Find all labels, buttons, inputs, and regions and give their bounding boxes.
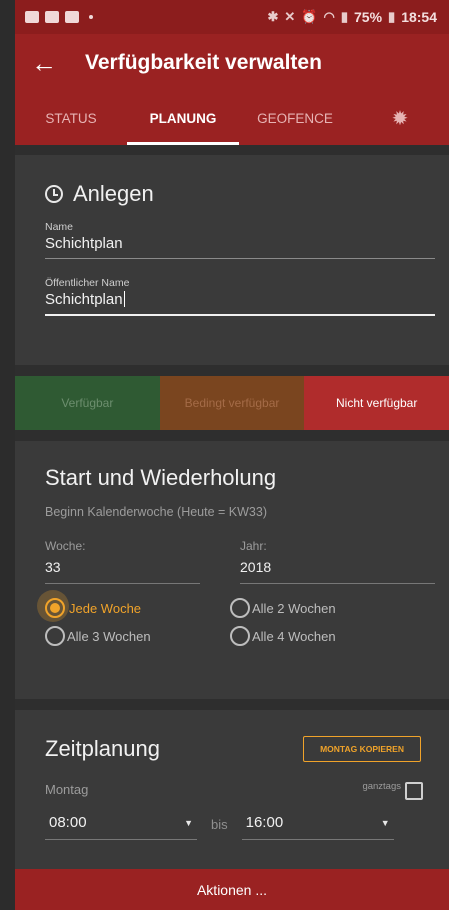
week-label: Woche: — [45, 539, 86, 553]
radio-label: Alle 3 Wochen — [67, 628, 151, 644]
day-label: Montag — [45, 781, 89, 797]
mute-icon: ✕ — [284, 9, 296, 24]
week-field[interactable]: Woche: 33 — [45, 539, 200, 584]
end-time-value: 16:00 — [245, 814, 284, 831]
bluetooth-icon: ✱ — [267, 9, 279, 24]
alarm-icon: ⏰ — [301, 9, 318, 24]
create-card: Anlegen Name Schichtplan Öffentlicher Na… — [15, 155, 449, 365]
not-available-button[interactable]: Nicht verfügbar — [304, 376, 449, 430]
radio-checked-icon — [45, 598, 65, 618]
battery-icon: ▮ — [388, 9, 396, 24]
app-bar: ← Verfügbarkeit verwalten — [15, 34, 449, 92]
tab-planung[interactable]: PLANUNG — [127, 92, 239, 145]
radio-label: Alle 4 Wochen — [252, 628, 336, 644]
year-input[interactable]: 2018 — [240, 559, 435, 584]
available-button[interactable]: Verfügbar — [15, 376, 160, 430]
conditionally-available-button[interactable]: Bedingt verfügbar — [159, 376, 305, 430]
radio-every-3-weeks[interactable]: Alle 3 Wochen — [45, 626, 230, 646]
start-time-value: 08:00 — [49, 814, 87, 831]
text-cursor — [123, 291, 125, 307]
start-title: Start und Wiederholung — [45, 465, 277, 490]
app-screen: ✱ ✕ ⏰ ◠ ▮ 75% ▮ 18:54 ← Verfügbarkeit ve… — [15, 0, 449, 910]
dropdown-caret-icon: ▼ — [380, 817, 390, 828]
start-subtitle: Beginn Kalenderwoche (Heute = KW33) — [45, 505, 268, 519]
gear-icon[interactable]: ✹ — [351, 92, 449, 145]
to-label: bis — [211, 817, 228, 832]
repeat-radio-group: Jede Woche Alle 2 Wochen Alle 3 Wochen A… — [37, 590, 435, 646]
public-name-input[interactable]: Schichtplan — [45, 289, 435, 316]
start-time-select[interactable]: 08:00 ▼ — [45, 810, 197, 840]
status-bar: ✱ ✕ ⏰ ◠ ▮ 75% ▮ 18:54 — [15, 0, 449, 34]
more-notifications-icon — [89, 15, 93, 19]
tab-bar: STATUS PLANUNG GEOFENCE ✹ — [15, 92, 449, 145]
tab-status[interactable]: STATUS — [15, 92, 127, 145]
start-repeat-card: Start und Wiederholung Beginn Kalenderwo… — [15, 441, 449, 699]
name-input[interactable]: Schichtplan — [45, 233, 435, 259]
availability-selector: Verfügbar Bedingt verfügbar Nicht verfüg… — [15, 376, 449, 430]
radio-unchecked-icon — [230, 626, 250, 646]
facebook-notification-icon — [65, 11, 79, 23]
schedule-card: Zeitplanung MONTAG KOPIEREN Montag ganzt… — [15, 710, 449, 870]
page-title: Verfügbarkeit verwalten — [85, 51, 322, 74]
end-time-select[interactable]: 16:00 ▼ — [241, 810, 394, 840]
week-input[interactable]: 33 — [45, 559, 200, 584]
wifi-icon: ◠ — [323, 9, 335, 24]
year-field[interactable]: Jahr: 2018 — [240, 539, 435, 584]
tab-geofence[interactable]: GEOFENCE — [239, 92, 351, 145]
year-label: Jahr: — [240, 539, 267, 553]
allday-checkbox[interactable] — [405, 782, 423, 800]
create-title: Anlegen — [73, 181, 154, 206]
signal-icon: ▮ — [340, 9, 348, 24]
radio-label: Alle 2 Wochen — [252, 600, 336, 616]
name-field[interactable]: Name Schichtplan — [45, 221, 435, 259]
clock-icon — [45, 185, 63, 203]
radio-every-week[interactable]: Jede Woche — [37, 590, 230, 622]
public-name-value: Schichtplan — [45, 291, 123, 308]
radio-every-4-weeks[interactable]: Alle 4 Wochen — [230, 626, 415, 646]
back-arrow-icon[interactable]: ← — [31, 48, 71, 79]
radio-every-2-weeks[interactable]: Alle 2 Wochen — [230, 598, 415, 618]
schedule-title: Zeitplanung — [45, 736, 160, 761]
radio-unchecked-icon — [45, 626, 65, 646]
allday-label: ganztags — [362, 780, 401, 792]
dropdown-caret-icon: ▼ — [184, 817, 193, 828]
actions-button[interactable]: Aktionen ... — [15, 869, 449, 910]
radio-unchecked-icon — [230, 598, 250, 618]
public-name-field[interactable]: Öffentlicher Name Schichtplan — [45, 277, 435, 316]
image-notification-icon — [25, 11, 39, 23]
public-name-label: Öffentlicher Name — [45, 277, 130, 289]
copy-monday-button[interactable]: MONTAG KOPIEREN — [303, 736, 421, 762]
mail-notification-icon — [45, 11, 59, 23]
battery-percent: 75% — [354, 9, 383, 25]
clock-time: 18:54 — [401, 9, 437, 25]
radio-label: Jede Woche — [69, 600, 142, 616]
name-label: Name — [45, 221, 74, 233]
